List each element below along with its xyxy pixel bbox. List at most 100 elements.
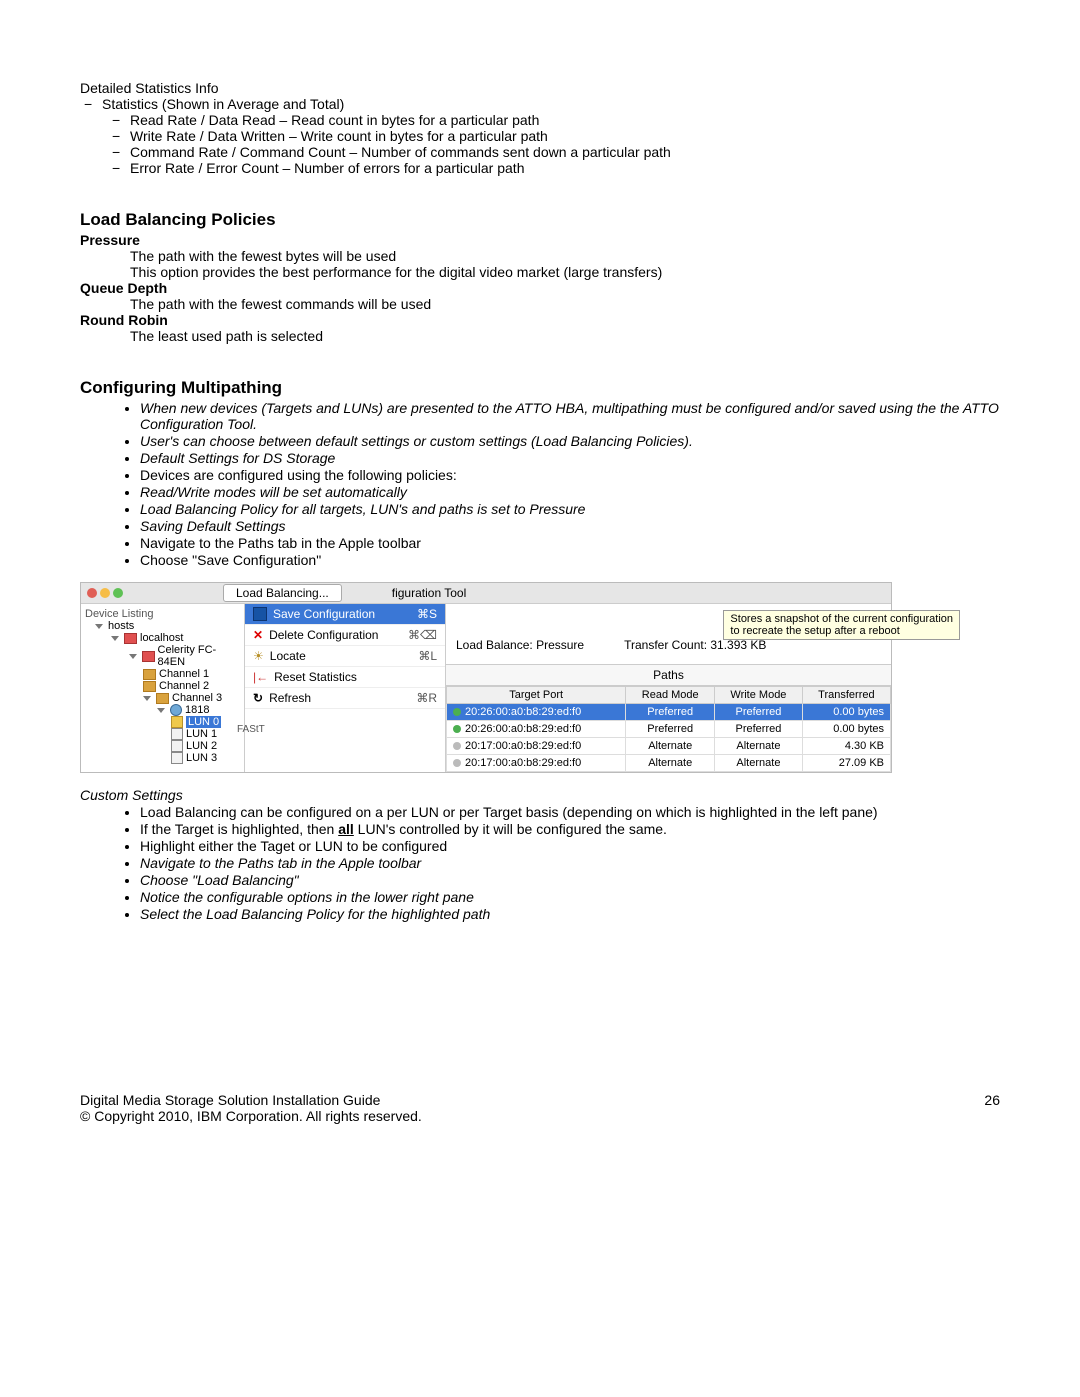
list-item: Highlight either the Taget or LUN to be … [140, 838, 1000, 854]
toolbar-segment[interactable]: Load Balancing... [223, 584, 342, 602]
list-item: Choose "Save Configuration" [140, 552, 1000, 568]
list-item: Select the Load Balancing Policy for the… [140, 906, 1000, 922]
queue-desc1: The path with the fewest commands will b… [130, 296, 1000, 312]
stats-line1: Statistics (Shown in Average and Total) [102, 96, 1000, 112]
tree-channel1[interactable]: Channel 1 [85, 668, 240, 680]
tree-target-1818[interactable]: 1818 [85, 704, 240, 716]
stats-title: Detailed Statistics Info [80, 80, 1000, 96]
list-item: Navigate to the Paths tab in the Apple t… [140, 855, 1000, 871]
list-item: Default Settings for DS Storage [140, 450, 1000, 466]
pressure-label: Pressure [80, 232, 1000, 248]
minimize-icon[interactable] [100, 588, 110, 598]
tree-card[interactable]: Celerity FC-84EN [85, 644, 240, 668]
channel-icon [143, 681, 156, 692]
target-icon [170, 704, 182, 716]
window-controls[interactable] [81, 588, 123, 598]
chevron-down-icon [143, 696, 151, 701]
zoom-icon[interactable] [113, 588, 123, 598]
locate-icon: ☀ [253, 649, 264, 663]
round-label: Round Robin [80, 312, 1000, 328]
list-item: If the Target is highlighted, then all L… [140, 821, 1000, 837]
reset-icon: |← [253, 670, 268, 684]
tree-lun2[interactable]: LUN 2 [85, 740, 240, 752]
list-item: Devices are configured using the followi… [140, 467, 1000, 483]
table-column-header[interactable]: Transferred [802, 687, 890, 704]
table-column-header[interactable]: Target Port [447, 687, 626, 704]
stats-item: Command Rate / Command Count – Number of… [130, 144, 1000, 160]
fastt-label: FAStT [237, 724, 265, 735]
table-row[interactable]: 20:17:00:a0:b8:29:ed:f0AlternateAlternat… [447, 755, 891, 772]
round-desc1: The least used path is selected [130, 328, 1000, 344]
screenshot-panel: Load Balancing... figuration Tool Stores… [80, 582, 892, 773]
menu-refresh[interactable]: ↻Refresh ⌘R [245, 688, 445, 709]
list-item: Load Balancing Policy for all targets, L… [140, 501, 1000, 517]
tree-lun3[interactable]: LUN 3 [85, 752, 240, 764]
menu-reset-statistics[interactable]: |←Reset Statistics [245, 667, 445, 688]
channel-icon [143, 669, 156, 680]
policies-heading: Load Balancing Policies [80, 210, 1000, 230]
tree-channel3[interactable]: Channel 3 [85, 692, 240, 704]
queue-label: Queue Depth [80, 280, 1000, 296]
save-tooltip: Stores a snapshot of the current configu… [723, 610, 960, 640]
stats-item: Error Rate / Error Count – Number of err… [130, 160, 1000, 176]
list-item: Read/Write modes will be set automatical… [140, 484, 1000, 500]
footer-title: Digital Media Storage Solution Installat… [80, 1092, 422, 1108]
tree-hosts[interactable]: hosts [85, 620, 240, 632]
refresh-icon: ↻ [253, 691, 263, 705]
card-icon [142, 651, 155, 662]
lun-icon [171, 728, 183, 740]
pressure-desc2: This option provides the best performanc… [130, 264, 1000, 280]
delete-icon: ✕ [253, 628, 263, 642]
status-dot-icon [453, 725, 461, 733]
host-icon [124, 633, 137, 644]
list-item: When new devices (Targets and LUNs) are … [140, 400, 1000, 432]
window-titlebar: Load Balancing... figuration Tool [81, 583, 891, 604]
close-icon[interactable] [87, 588, 97, 598]
page-number: 26 [984, 1092, 1000, 1124]
status-dot-icon [453, 742, 461, 750]
table-column-header[interactable]: Read Mode [626, 687, 715, 704]
menu-locate[interactable]: ☀Locate ⌘L [245, 646, 445, 667]
stats-inner-list: Read Rate / Data Read – Read count in by… [80, 112, 1000, 176]
tooltip-line1: Stores a snapshot of the current configu… [730, 613, 953, 625]
menu-save-configuration[interactable]: Save Configuration ⌘S [245, 604, 445, 625]
chevron-down-icon [111, 636, 119, 641]
menu-delete-configuration[interactable]: ✕Delete Configuration ⌘⌫ [245, 625, 445, 646]
tooltip-line2: to recreate the setup after a reboot [730, 625, 953, 637]
device-listing-sidebar: Device Listing hosts localhost Celerity … [81, 604, 245, 772]
lun-icon [171, 716, 183, 728]
list-item: Choose "Load Balancing" [140, 872, 1000, 888]
chevron-down-icon [129, 654, 137, 659]
stats-item: Read Rate / Data Read – Read count in by… [130, 112, 1000, 128]
paths-section-header: Paths [446, 664, 891, 686]
list-item: Notice the configurable options in the l… [140, 889, 1000, 905]
sidebar-title: Device Listing [85, 608, 240, 620]
list-item: Load Balancing can be configured on a pe… [140, 804, 1000, 820]
paths-table: Target PortRead ModeWrite ModeTransferre… [446, 686, 891, 772]
table-row[interactable]: 20:26:00:a0:b8:29:ed:f0PreferredPreferre… [447, 704, 891, 721]
shortcut-label: ⌘S [417, 607, 437, 621]
stats-outer-list: Statistics (Shown in Average and Total) [80, 96, 1000, 112]
window-title-fragment: figuration Tool [392, 586, 467, 600]
stats-item: Write Rate / Data Written – Write count … [130, 128, 1000, 144]
tree-localhost[interactable]: localhost [85, 632, 240, 644]
page-footer: Digital Media Storage Solution Installat… [80, 1092, 1000, 1124]
status-dot-icon [453, 708, 461, 716]
chevron-down-icon [157, 708, 165, 713]
table-column-header[interactable]: Write Mode [715, 687, 803, 704]
channel-icon [156, 693, 169, 704]
list-item: User's can choose between default settin… [140, 433, 1000, 449]
table-row[interactable]: 20:17:00:a0:b8:29:ed:f0AlternateAlternat… [447, 738, 891, 755]
footer-copyright: © Copyright 2010, IBM Corporation. All r… [80, 1108, 422, 1124]
tree-lun1[interactable]: LUN 1 [85, 728, 240, 740]
save-icon [253, 607, 267, 621]
shortcut-label: ⌘⌫ [408, 628, 437, 642]
paths-menu: Save Configuration ⌘S ✕Delete Configurat… [245, 604, 446, 772]
tree-lun0[interactable]: LUN 0 [85, 716, 240, 728]
table-row[interactable]: 20:26:00:a0:b8:29:ed:f0PreferredPreferre… [447, 721, 891, 738]
list-item: Navigate to the Paths tab in the Apple t… [140, 535, 1000, 551]
lun-icon [171, 752, 183, 764]
tree-channel2[interactable]: Channel 2 [85, 680, 240, 692]
custom-settings-list: Load Balancing can be configured on a pe… [80, 804, 1000, 922]
config-list: When new devices (Targets and LUNs) are … [80, 400, 1000, 568]
